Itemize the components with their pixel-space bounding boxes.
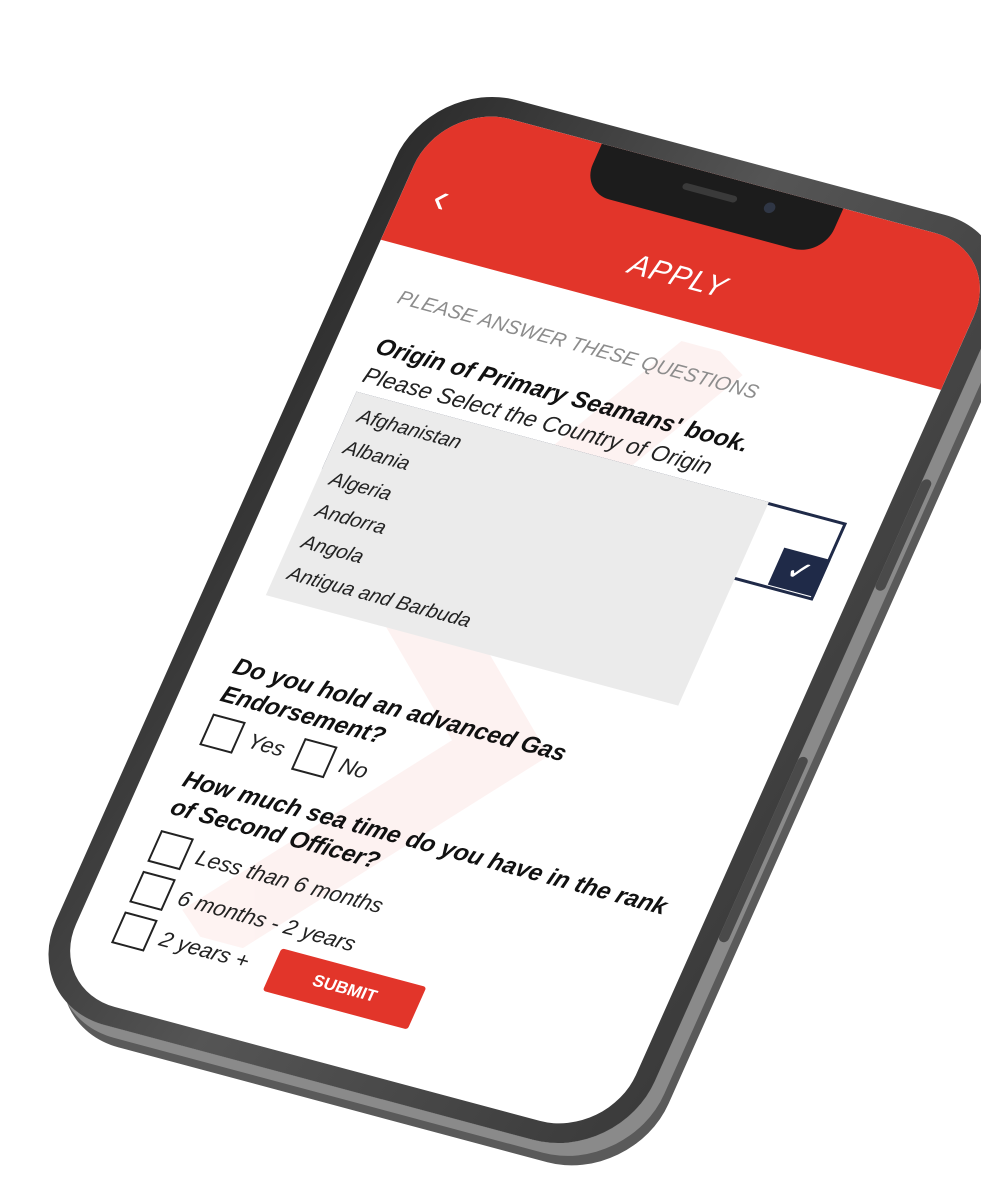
stage: ‹ APPLY PLEASE ANSWER THESE QUESTIONS Or… — [0, 0, 981, 1191]
yes-checkbox[interactable] — [199, 713, 246, 754]
form-content: PLEASE ANSWER THESE QUESTIONS Origin of … — [110, 287, 894, 1074]
camera-icon — [762, 201, 778, 215]
no-checkbox[interactable] — [290, 737, 338, 779]
speaker-icon — [681, 182, 739, 204]
no-label: No — [335, 753, 373, 784]
sea-time-checkbox[interactable] — [147, 830, 195, 871]
sea-time-label: 2 years + — [155, 926, 254, 974]
phone-mockup: ‹ APPLY PLEASE ANSWER THESE QUESTIONS Or… — [19, 77, 981, 1163]
sea-time-checkbox[interactable] — [129, 870, 176, 911]
yes-label: Yes — [243, 728, 290, 762]
sea-time-checkbox[interactable] — [110, 911, 158, 952]
